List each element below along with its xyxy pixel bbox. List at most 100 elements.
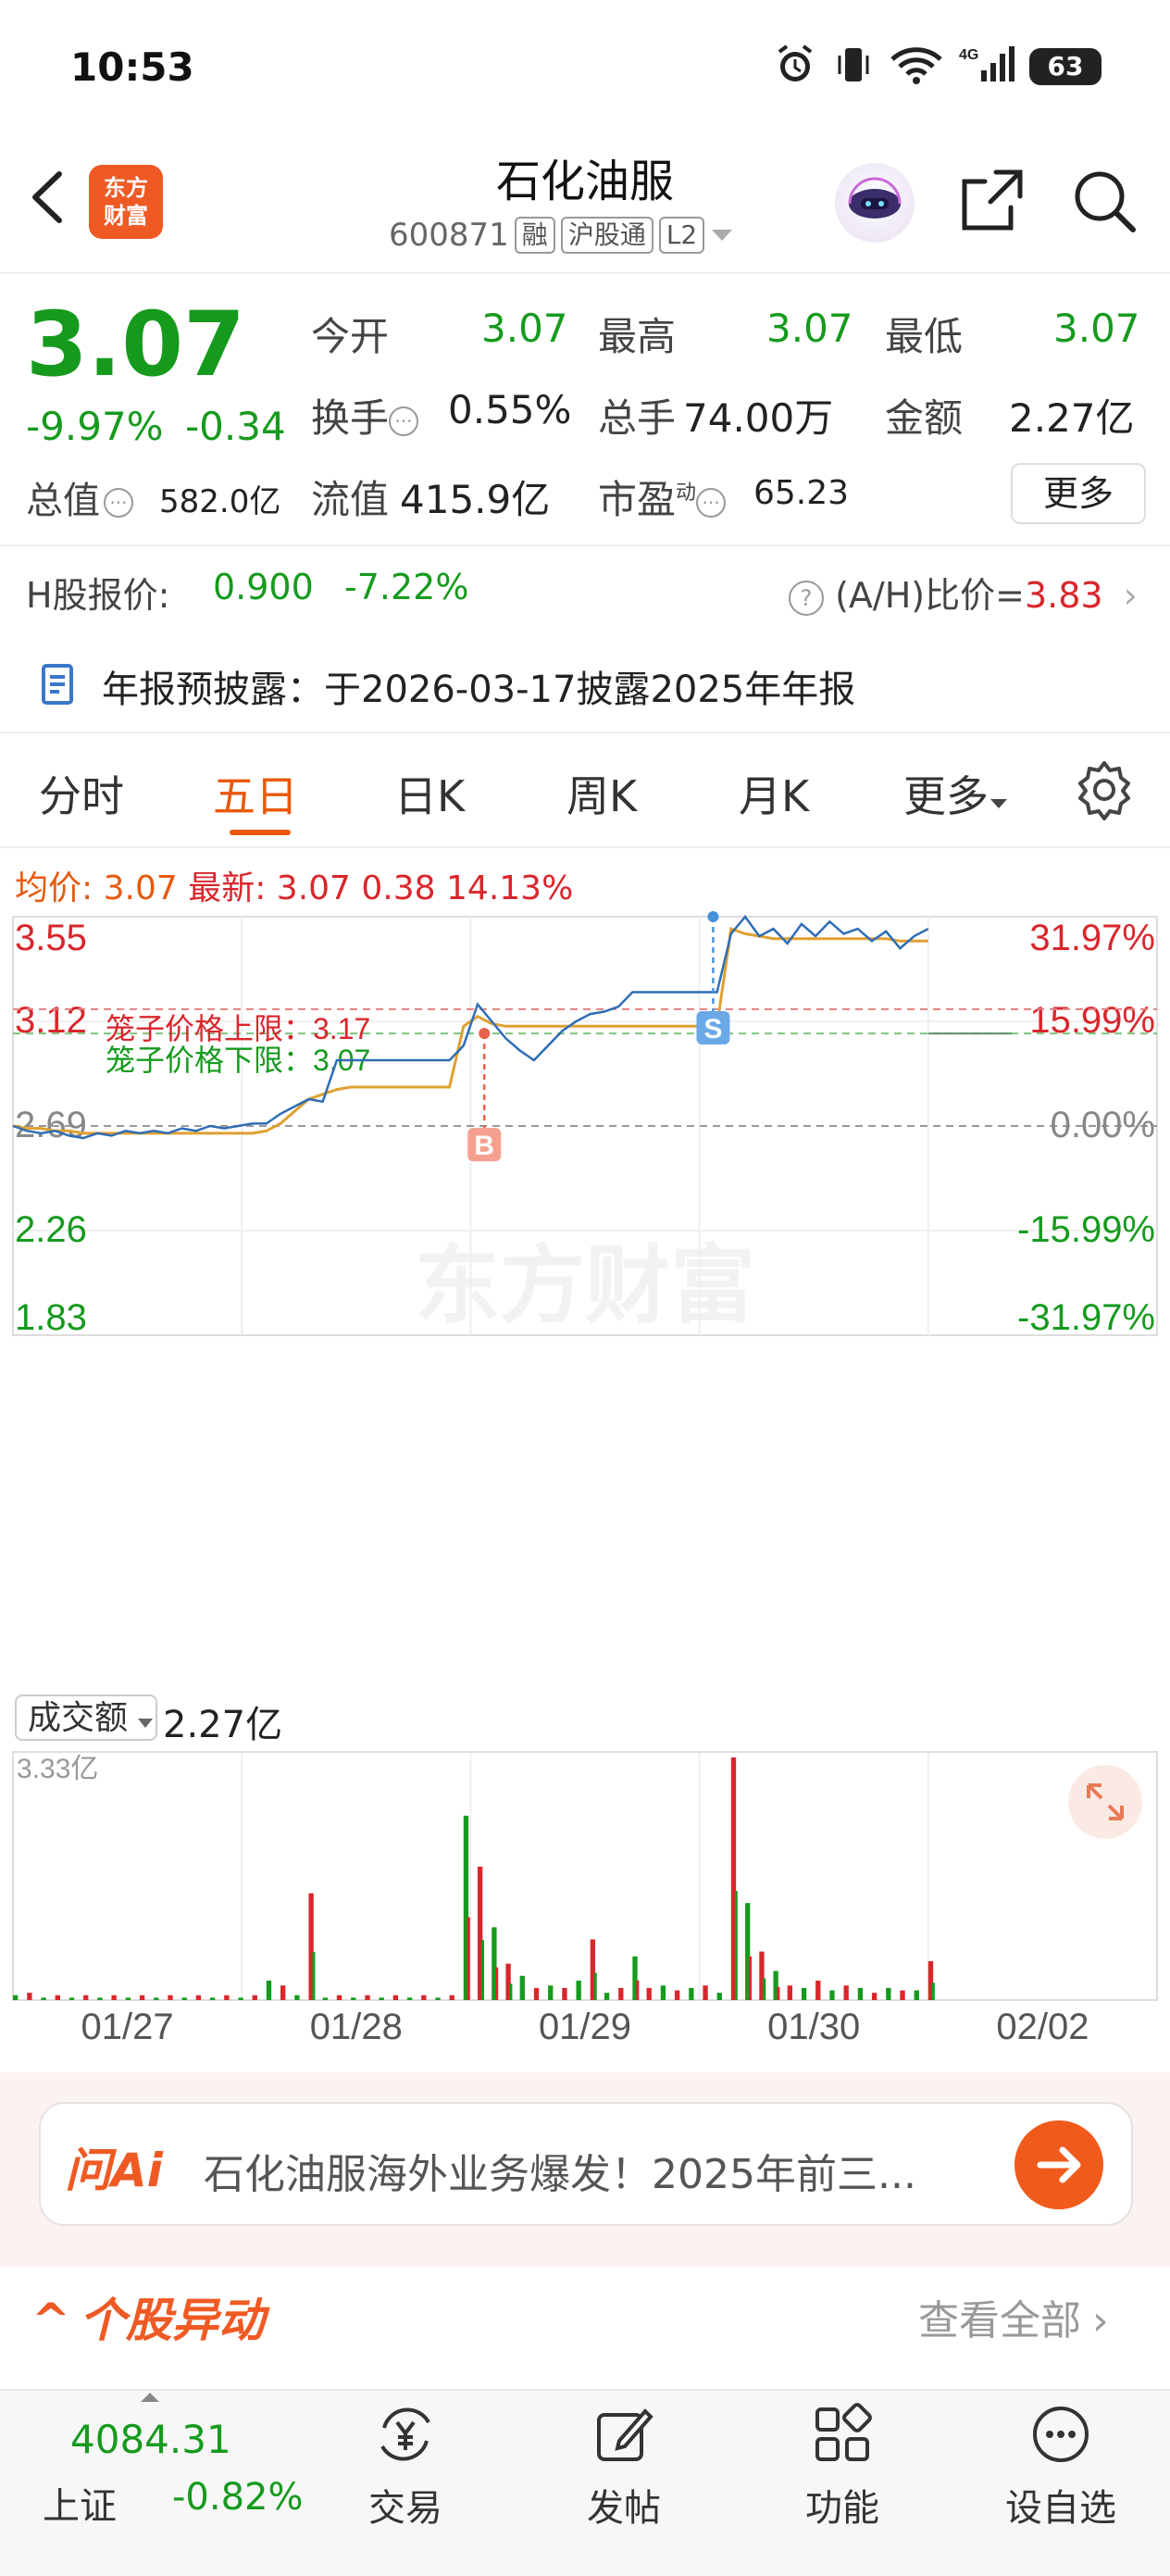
status-time: 10:53: [70, 44, 194, 90]
volume-bar: [871, 1993, 878, 2000]
x-tick-label: 01/27: [81, 2007, 174, 2047]
volume-bar: [392, 1995, 399, 2000]
index-value[interactable]: 4084.31: [70, 2417, 231, 2462]
y-tick-left: 3.12: [15, 1000, 87, 1041]
info-icon: ···: [389, 406, 419, 436]
index-label: 上证: [43, 2485, 117, 2528]
share-icon[interactable]: [959, 167, 1026, 233]
ah-ratio[interactable]: ? (A/H)比价=3.83 ›: [789, 567, 1138, 618]
volume-bar: [421, 1995, 427, 2000]
ai-assistant-avatar[interactable]: [835, 163, 915, 243]
annual-report-notice[interactable]: 年报预披露：于2026-03-17披露2025年年报: [102, 659, 855, 713]
volume-bar: [406, 1997, 413, 2000]
pe-value: 65.23: [753, 474, 850, 512]
volume-value: 74.00万: [683, 395, 834, 441]
volume-type-select[interactable]: 成交额: [15, 1694, 157, 1741]
status-bar: 10:53 4G 63: [0, 0, 1170, 130]
amount-label: 金额: [885, 395, 964, 441]
volume-bar: [801, 1987, 807, 2000]
ai-logo: 问Ai: [65, 2144, 163, 2197]
volume-bar: [266, 1981, 272, 2000]
volume-bar: [336, 1995, 342, 2000]
tab-intraday[interactable]: 分时: [39, 763, 124, 824]
tab-monthly-k[interactable]: 月K: [739, 763, 809, 824]
search-icon[interactable]: [1070, 167, 1139, 235]
gear-icon[interactable]: [1072, 757, 1137, 822]
caret-down-icon: [138, 1719, 154, 1728]
volume-bar: [351, 1997, 356, 2000]
volume-bar: [209, 1997, 216, 2000]
volume-bar: [548, 1985, 554, 2000]
y-tick-right: 31.97%: [1029, 918, 1155, 958]
turnover-label[interactable]: 换手 ···: [311, 387, 419, 444]
nav-trade[interactable]: 交易: [313, 2402, 498, 2532]
volume-bar: [467, 1917, 470, 2000]
volume-bar: [181, 1997, 187, 2000]
tab-daily-k[interactable]: 日K: [394, 763, 465, 824]
y-tick-right: -31.97%: [1017, 1297, 1155, 1338]
open-label: 今开: [311, 314, 390, 359]
volume-bar: [13, 1995, 19, 2000]
volume-bar: [481, 1940, 485, 2000]
volume-bar: [829, 1990, 835, 2000]
ai-headline[interactable]: 石化油服海外业务爆发！2025年前三...: [204, 2141, 990, 2200]
expand-button[interactable]: [1068, 1765, 1142, 1839]
volume-bar: [843, 1985, 849, 2000]
y-tick-right: 15.99%: [1029, 1000, 1155, 1041]
battery-indicator: 63: [1029, 48, 1102, 85]
more-quote-button[interactable]: 更多: [1011, 463, 1146, 524]
robot-icon: [848, 177, 902, 219]
stock-code-row[interactable]: 600871 融 沪股通 L2: [389, 217, 734, 254]
view-all-link[interactable]: 查看全部 ›: [918, 2287, 1109, 2346]
volume-bar: [703, 1985, 708, 2000]
yen-cycle-icon: [380, 2407, 430, 2461]
volume-bar: [646, 1987, 652, 2000]
arrow-right-icon: [1037, 2146, 1081, 2183]
nav-functions[interactable]: 功能: [750, 2402, 935, 2532]
five-day-chart[interactable]: 东方财富 3.55 31.97% 3.12 15.99% 2.69 0.00% 2.26 -1…: [0, 907, 1170, 2074]
volume-bar: [914, 1990, 919, 2000]
high-value: 3.07: [766, 306, 853, 351]
volume-bar: [787, 1985, 793, 2000]
volume-bar: [435, 1997, 441, 2000]
tab-five-day[interactable]: 五日: [213, 763, 298, 824]
current-price: 3.07: [26, 293, 245, 396]
y-tick-left: 1.83: [15, 1297, 87, 1338]
watermark: 东方财富: [415, 1239, 755, 1333]
volume-bar: [660, 1985, 666, 2000]
pe-label[interactable]: 市盈动 ···: [598, 469, 727, 525]
volume-bar: [27, 1993, 32, 2000]
mktcap-label[interactable]: 总值 ···: [26, 470, 133, 524]
abnormal-movement-title[interactable]: ^ 个股异动: [31, 2283, 265, 2350]
float-label: 流值: [311, 477, 390, 522]
ai-go-button[interactable]: [1014, 2120, 1103, 2209]
price-limit-lines: 笼子价格上限：3.17 笼子价格下限：3.07: [13, 1007, 1157, 1077]
quote-divider: [0, 544, 1170, 546]
tab-weekly-k[interactable]: 周K: [566, 763, 637, 824]
volume-bar: [689, 1987, 694, 2000]
nav-post-label: 发帖: [587, 2487, 661, 2530]
volume-bar: [365, 1995, 370, 2000]
trade-markers: BS: [467, 911, 730, 1162]
volume-bar: [224, 1995, 230, 2000]
upper-limit-label: 笼子价格上限：3.17: [106, 1012, 370, 1045]
volume-bar: [509, 1983, 513, 2000]
nav-post[interactable]: 发帖: [531, 2402, 716, 2532]
volume-bar: [55, 1995, 60, 2000]
volume-bar: [154, 1997, 159, 2000]
volume-bar: [379, 1997, 384, 2000]
x-tick-label: 02/02: [996, 2007, 1089, 2047]
volume-bar: [139, 1995, 145, 2000]
caret-down-icon: [712, 230, 733, 241]
nav-add-watchlist-label: 设自选: [1005, 2487, 1116, 2530]
marker-label: B: [474, 1131, 494, 1161]
chevron-right-icon: ›: [1092, 2297, 1109, 2345]
nav-add-watchlist[interactable]: 设自选: [968, 2402, 1153, 2532]
y-tick-left: 2.26: [15, 1209, 87, 1250]
y-tick-left: 3.55: [15, 918, 87, 958]
volume-bar: [238, 1997, 243, 2000]
tab-more[interactable]: 更多: [903, 763, 1009, 824]
ah-ratio-value: 3.83: [1024, 575, 1103, 616]
more-dots-icon: [1033, 2407, 1089, 2462]
marker-label: S: [703, 1014, 722, 1044]
